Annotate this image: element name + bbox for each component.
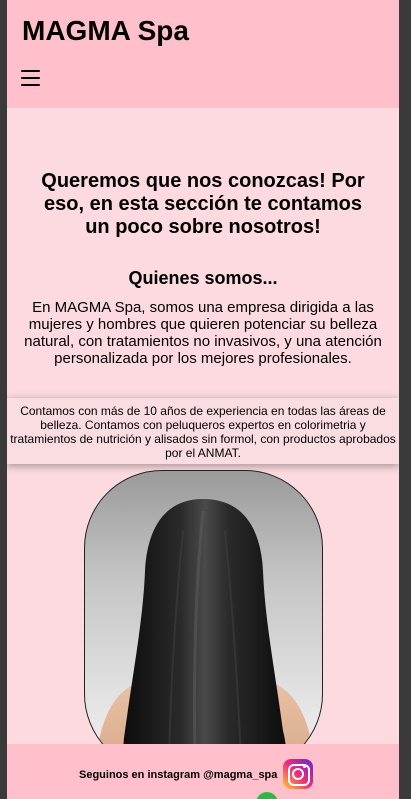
hair-image	[84, 470, 323, 772]
menu-bar	[21, 70, 40, 72]
page-scrollbar[interactable]	[399, 0, 411, 799]
experience-box: Contamos con más de 10 años de experienc…	[7, 398, 399, 464]
menu-bar	[21, 77, 40, 79]
instagram-follow-text: Seguinos en instagram @magma_spa	[79, 769, 278, 781]
about-text: En MAGMA Spa, somos una empresa dirigida…	[24, 299, 382, 367]
about-title: Quienes somos...	[128, 268, 278, 288]
brand-title[interactable]: MAGMA Spa	[22, 15, 189, 47]
instagram-icon-dot	[303, 765, 306, 768]
site-footer: Seguinos en instagram @magma_spa	[7, 744, 399, 799]
hamburger-menu-icon[interactable]	[21, 68, 41, 86]
menu-bar	[21, 84, 40, 86]
site-header: MAGMA Spa	[7, 0, 399, 108]
instagram-icon[interactable]	[283, 759, 313, 789]
experience-text: Contamos con más de 10 años de experienc…	[10, 404, 396, 460]
instagram-icon-lens	[292, 768, 304, 780]
page: MAGMA Spa Queremos que nos conozcas! Por…	[7, 0, 399, 799]
intro-heading: Queremos que nos conozcas! Por eso, en e…	[41, 170, 365, 238]
hair-illustration	[95, 499, 315, 771]
